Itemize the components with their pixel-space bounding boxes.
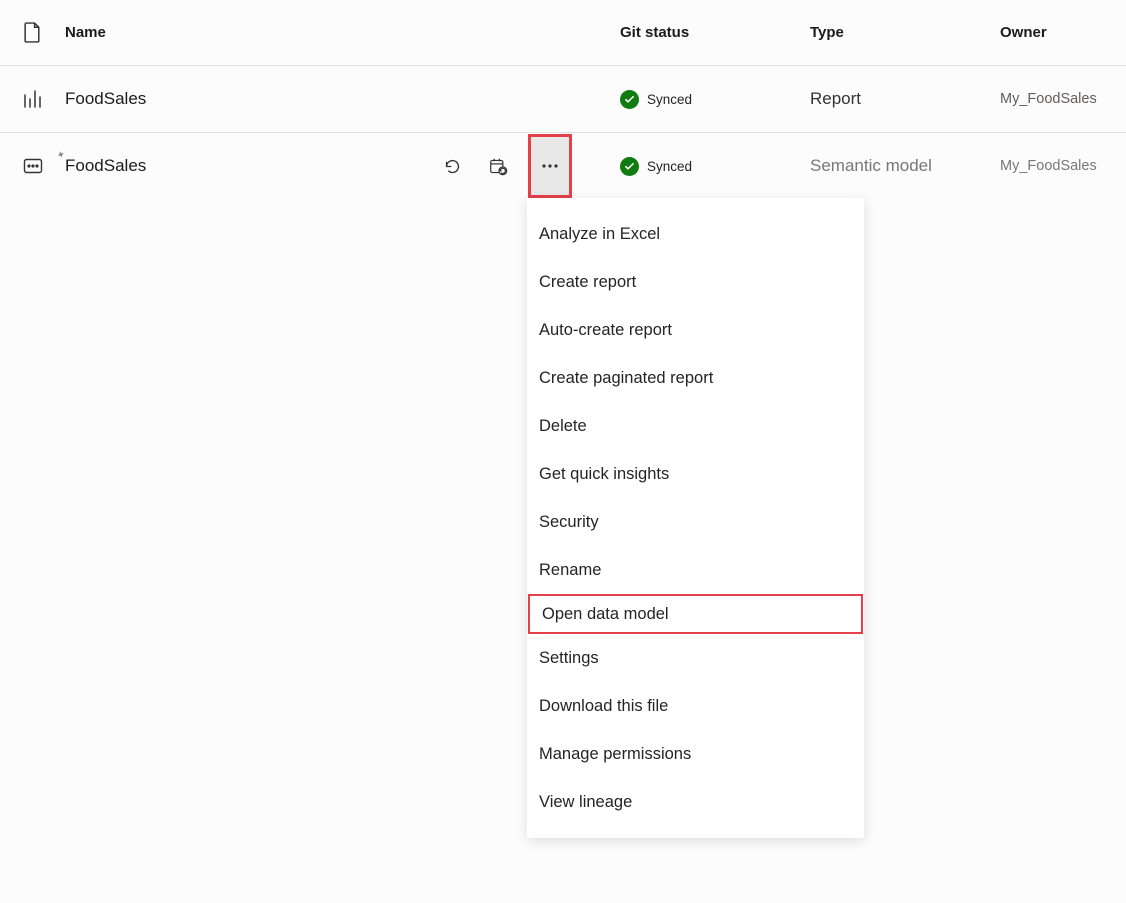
menu-security[interactable]: Security (527, 498, 864, 546)
menu-create-paginated-report[interactable]: Create paginated report (527, 354, 864, 402)
header-type[interactable]: Type (810, 24, 1000, 41)
git-status-label: Synced (647, 159, 692, 174)
menu-manage-permissions[interactable]: Manage permissions (527, 730, 864, 778)
dataset-icon (0, 156, 65, 176)
refresh-button[interactable] (436, 150, 468, 182)
git-status-label: Synced (647, 92, 692, 107)
schedule-refresh-button[interactable] (482, 150, 514, 182)
menu-settings[interactable]: Settings (527, 634, 864, 682)
git-status: Synced (620, 90, 810, 109)
menu-create-report[interactable]: Create report (527, 258, 864, 306)
menu-analyze-in-excel[interactable]: Analyze in Excel (527, 210, 864, 258)
menu-download-this-file[interactable]: Download this file (527, 682, 864, 730)
menu-view-lineage[interactable]: View lineage (527, 778, 864, 826)
row-actions: Analyze in Excel Create report Auto-crea… (436, 134, 572, 198)
list-header: Name Git status Type Owner (0, 0, 1126, 66)
git-status: Synced (620, 157, 810, 176)
item-owner[interactable]: My_FoodSales (1000, 158, 1106, 174)
menu-auto-create-report[interactable]: Auto-create report (527, 306, 864, 354)
item-name[interactable]: FoodSales (65, 89, 620, 109)
header-owner[interactable]: Owner (1000, 24, 1106, 41)
header-doc-icon (0, 22, 65, 43)
item-type: Report (810, 89, 1000, 109)
header-git-status[interactable]: Git status (620, 24, 810, 41)
synced-check-icon (620, 90, 639, 109)
more-options-button[interactable] (528, 134, 572, 198)
header-name[interactable]: Name (65, 24, 620, 41)
menu-delete[interactable]: Delete (527, 402, 864, 450)
synced-check-icon (620, 157, 639, 176)
table-row[interactable]: ✦ FoodSales Analyze in Excel Create repo… (0, 133, 1126, 199)
report-icon (0, 89, 65, 109)
table-row[interactable]: FoodSales Synced Report My_FoodSales (0, 66, 1126, 132)
item-name[interactable]: FoodSales (65, 156, 146, 175)
context-menu: Analyze in Excel Create report Auto-crea… (527, 198, 864, 838)
menu-rename[interactable]: Rename (527, 546, 864, 594)
item-owner[interactable]: My_FoodSales (1000, 91, 1106, 107)
menu-get-quick-insights[interactable]: Get quick insights (527, 450, 864, 498)
menu-open-data-model[interactable]: Open data model (528, 594, 863, 634)
item-type: Semantic model (810, 156, 1000, 176)
